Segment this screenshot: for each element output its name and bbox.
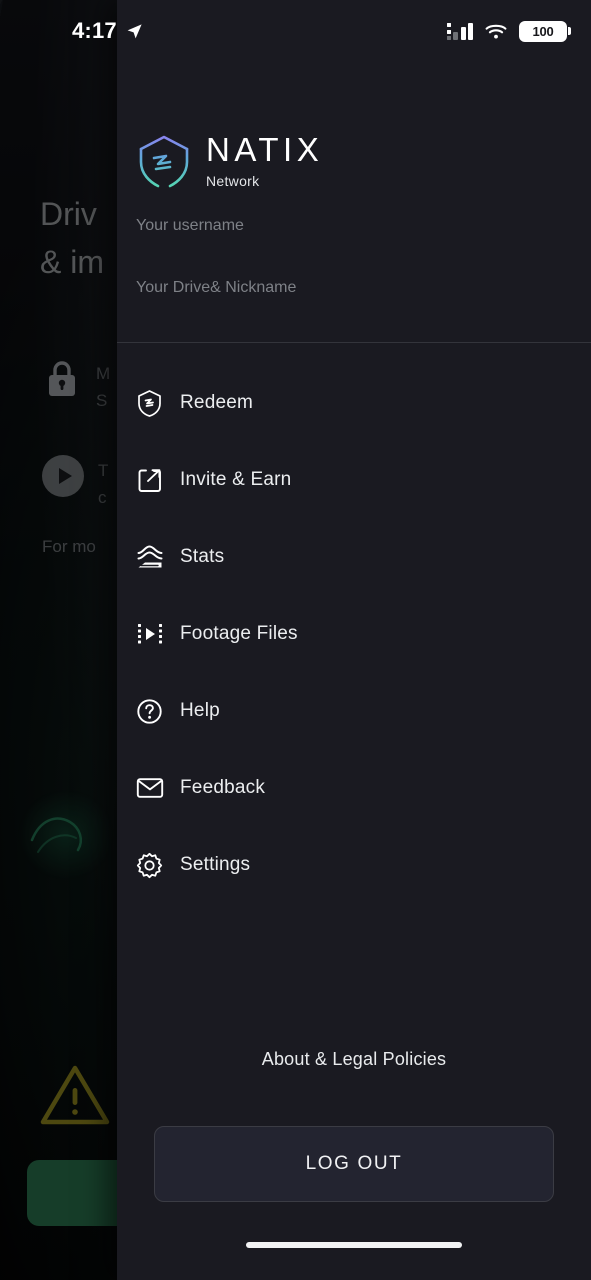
natix-shield-logo [139,135,189,188]
app-screen: Driv & im M S T c For mo [0,0,591,1280]
menu-item-label: Footage Files [180,623,298,644]
menu-item-invite-and-earn[interactable]: Invite & Earn [117,454,591,506]
cellular-signal-icon [446,22,473,40]
menu-item-label: Settings [180,854,251,875]
status-bar-clock: 4:17 [72,18,117,43]
brand-wordmark: NATIX [206,131,324,168]
menu-item-label: Stats [180,546,225,567]
menu-item-feedback[interactable]: Feedback [117,762,591,814]
drawer-footer: About & Legal Policies LOG OUT [117,1049,591,1202]
film-play-icon [136,620,180,648]
menu-item-label: Feedback [180,777,266,798]
menu-item-label: Redeem [180,392,254,413]
envelope-icon [136,776,180,800]
gear-icon [136,852,180,879]
menu-item-label: Help [180,700,220,721]
drawer-menu: Redeem Invite & Earn Stats Footage Files… [117,343,591,891]
user-info-block: Your username Your Drive& Nickname [117,190,591,296]
status-bar-left: 4:17 [72,18,143,44]
wifi-icon [485,24,507,38]
question-circle-icon [136,698,180,725]
about-legal-policies-link[interactable]: About & Legal Policies [154,1049,554,1070]
battery-indicator: 100 [519,20,571,42]
brand-text: NATIX Network [206,133,323,189]
battery-level: 100 [532,23,554,39]
navigation-drawer: NATIX Network Your username Your Drive& … [117,0,591,1280]
location-arrow-icon [127,23,142,38]
menu-item-help[interactable]: Help [117,685,591,737]
status-bar: 4:17 100 [0,0,591,62]
nickname-field[interactable]: Your Drive& Nickname [136,280,591,296]
home-indicator-area [117,1202,591,1280]
log-out-label: LOG OUT [305,1153,403,1174]
username-field[interactable]: Your username [136,218,591,234]
menu-item-footage-files[interactable]: Footage Files [117,608,591,660]
area-chart-icon [136,543,180,571]
menu-item-label: Invite & Earn [180,469,292,490]
signal-dots [446,23,451,40]
shield-badge-icon [136,389,180,418]
log-out-button[interactable]: LOG OUT [154,1126,554,1202]
menu-item-settings[interactable]: Settings [117,839,591,891]
status-bar-right: 100 [446,20,571,42]
menu-item-stats[interactable]: Stats [117,531,591,583]
brand-subword: Network [206,173,260,189]
home-indicator [246,1242,462,1248]
menu-item-redeem[interactable]: Redeem [117,377,591,429]
share-box-icon [136,467,180,494]
